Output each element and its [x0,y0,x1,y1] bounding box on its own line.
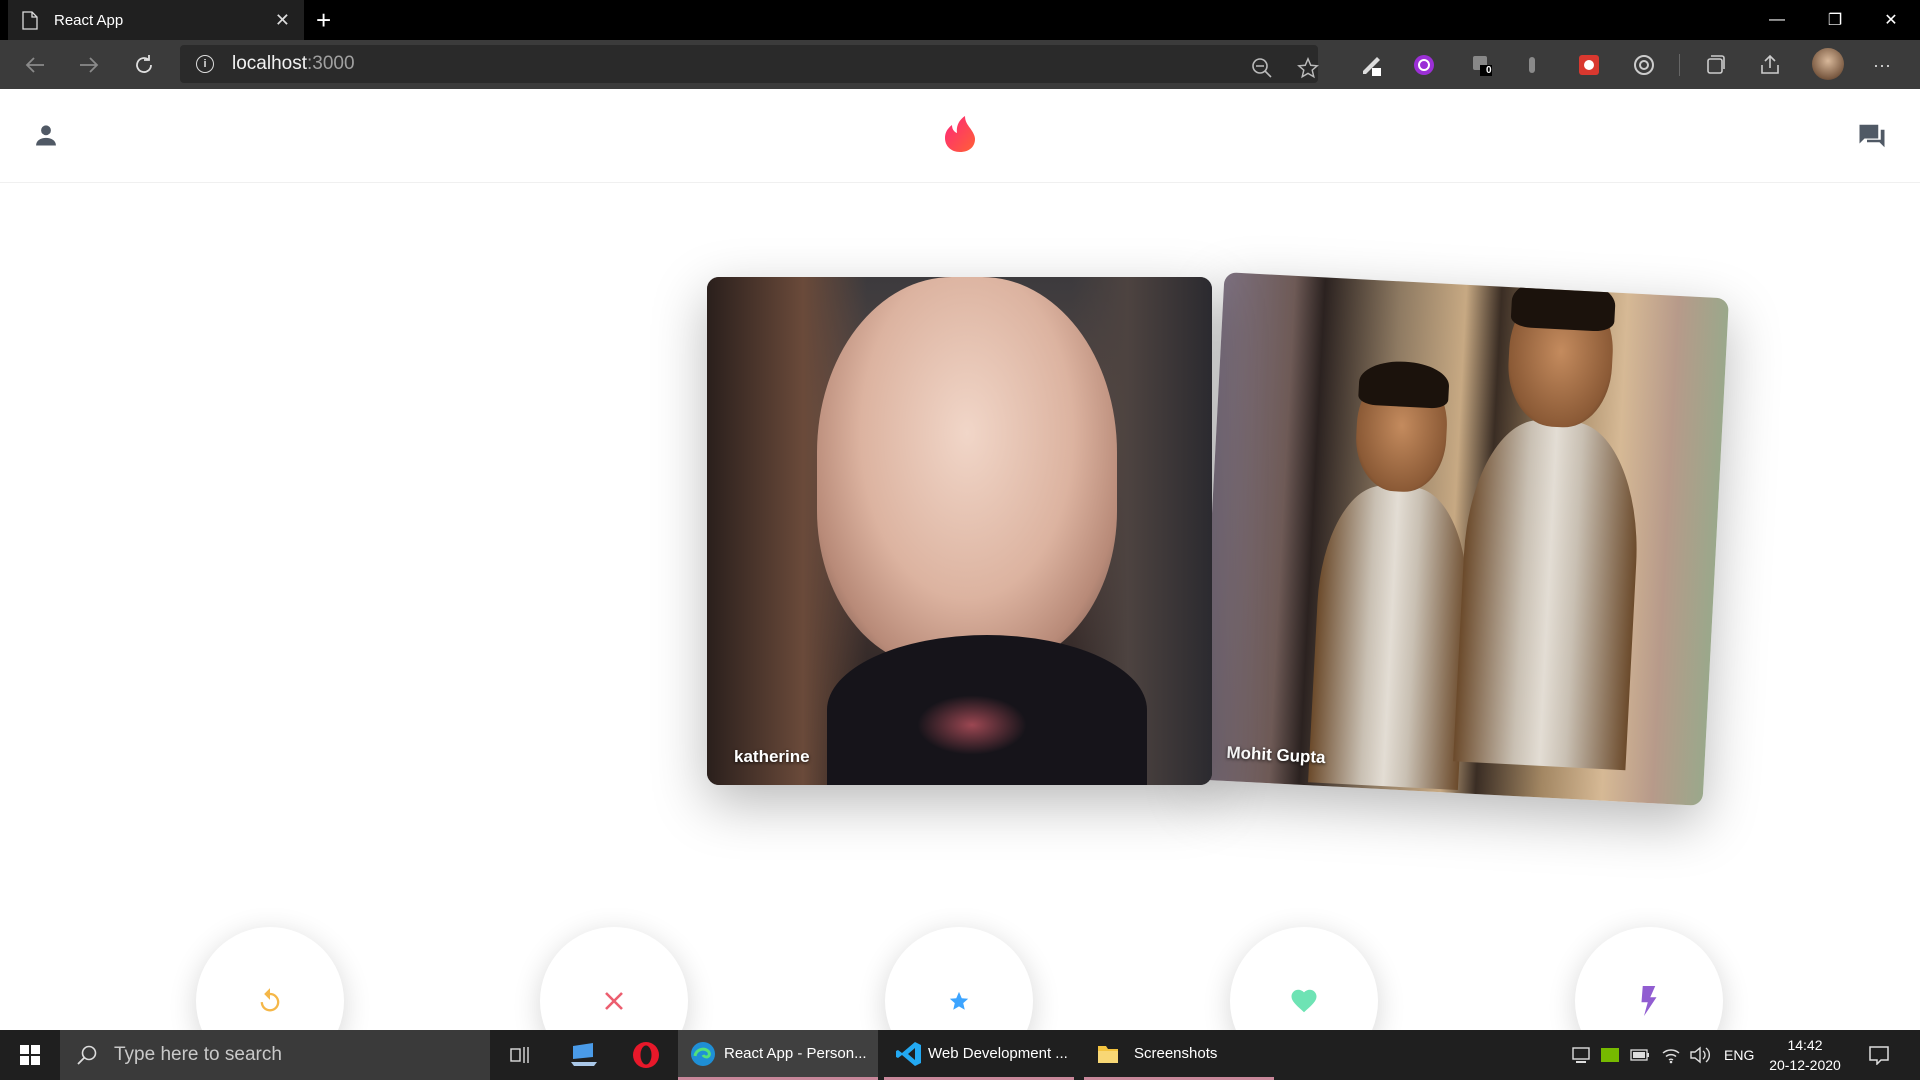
taskbar-app-label: Screenshots [1134,1045,1218,1062]
replay-icon [260,988,280,1012]
taskbar-app-edge[interactable]: React App - Person... [678,1030,878,1080]
taskbar-app-label: React App - Person... [724,1045,867,1062]
target-extension-icon[interactable] [1632,53,1656,77]
vscode-icon [896,1041,921,1066]
heart-icon [1291,989,1317,1013]
app-page: Mohit Gupta katherine [0,89,1920,1075]
edge-icon [691,1041,715,1066]
start-button[interactable] [0,1030,60,1080]
browser-titlebar: React App ✕ + — ❐ ✕ [0,0,1920,40]
notification-icon [1869,1046,1889,1065]
new-tab-button[interactable]: + [316,5,331,36]
profile-card[interactable]: katherine [707,277,1212,785]
tray-nvidia-icon[interactable] [1601,1030,1619,1080]
profile-photo-mirror [1453,273,1651,776]
toolbar-divider [1679,54,1680,76]
url-host: localhost [232,53,307,74]
back-button[interactable] [20,50,50,80]
flame-logo-icon[interactable] [942,113,978,153]
tray-language[interactable]: ENG [1724,1030,1754,1080]
search-placeholder: Type here to search [114,1044,282,1065]
clock-date: 20-12-2020 [1769,1057,1841,1073]
taskbar-opera-app[interactable] [628,1030,664,1080]
restore-button[interactable]: ❐ [1806,0,1864,40]
card-name: Mohit Gupta [1226,742,1327,768]
close-window-button[interactable]: ✕ [1862,0,1920,40]
badge-extension-icon[interactable]: 0 [1470,53,1494,77]
minimize-button[interactable]: — [1748,0,1806,40]
taskbar-app-explorer[interactable]: Screenshots [1084,1030,1274,1080]
card-name: katherine [734,747,810,766]
pen-extension-icon[interactable] [1360,53,1384,77]
extension-badge-count: 0 [1486,65,1492,76]
refresh-button[interactable] [129,50,159,80]
close-icon [605,992,623,1010]
address-bar[interactable]: i localhost:3000 [180,45,1319,83]
red-extension-icon[interactable] [1577,53,1601,77]
browser-toolbar: i localhost:3000 0 ··· [0,40,1920,89]
tab-title: React App [54,11,124,29]
tray-display-icon[interactable] [1572,1030,1590,1080]
page-icon [22,10,38,30]
profile-card[interactable]: Mohit Gupta [1198,272,1729,806]
taskbar-app-label: Web Development ... [928,1045,1068,1062]
browser-tab[interactable]: React App ✕ [8,0,304,40]
action-center-button[interactable] [1868,1030,1890,1080]
windows-logo-icon [20,1045,40,1065]
tray-volume-icon[interactable] [1689,1030,1711,1080]
site-info-icon[interactable]: i [196,55,214,73]
task-view-icon [510,1047,529,1063]
taskbar-app-vscode[interactable]: Web Development ... [884,1030,1074,1080]
app-header [0,89,1920,183]
folder-icon [1098,1045,1118,1063]
taskbar-clock[interactable]: 14:42 20-12-2020 [1760,1035,1850,1075]
more-menu-button[interactable]: ··· [1870,53,1894,77]
tray-wifi-icon[interactable] [1661,1030,1681,1080]
collections-icon[interactable] [1703,53,1727,77]
refresh-icon [136,55,152,73]
zoom-out-icon[interactable] [1251,57,1273,79]
windows-taskbar: Type here to search React App - Person..… [0,1030,1920,1080]
share-icon[interactable] [1758,53,1782,77]
clock-time: 14:42 [1787,1037,1823,1053]
chat-icon[interactable] [1857,121,1887,151]
task-view-button[interactable] [502,1030,538,1080]
flash-icon [1641,986,1657,1016]
arrow-right-icon [80,57,99,73]
profile-avatar[interactable] [1812,48,1844,80]
person-icon[interactable] [32,121,60,149]
tray-battery-icon[interactable] [1630,1030,1650,1080]
favorite-star-icon[interactable] [1297,57,1319,79]
search-icon [77,1045,97,1065]
opera-icon [633,1042,659,1068]
taskbar-computer-app[interactable] [566,1030,602,1080]
taskbar-search[interactable]: Type here to search [60,1030,490,1080]
grey-extension-icon[interactable] [1520,53,1544,77]
arrow-left-icon [25,57,44,73]
forward-button[interactable] [74,50,104,80]
purple-extension-icon[interactable] [1412,53,1436,77]
computer-icon [571,1043,597,1066]
star-icon [949,991,969,1010]
url-port: :3000 [307,53,355,74]
tab-close-button[interactable]: ✕ [275,10,290,31]
